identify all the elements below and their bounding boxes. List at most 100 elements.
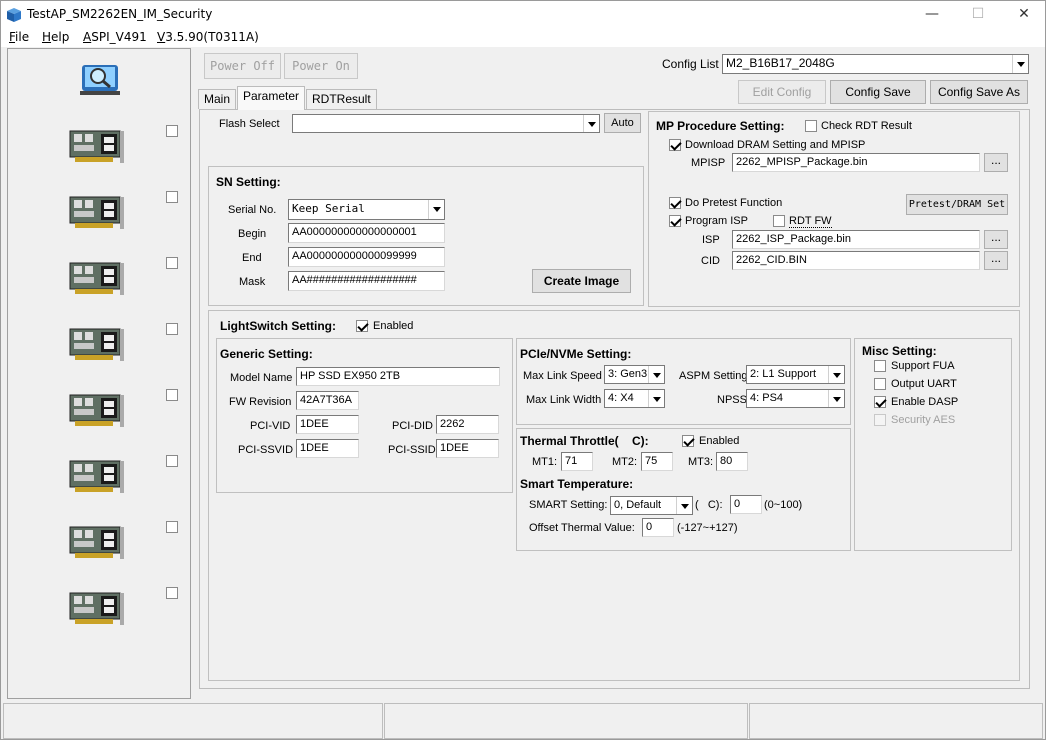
thermal-enabled-label: Enabled (699, 435, 740, 447)
max-link-width-label: Max Link Width (526, 394, 602, 406)
menu-help[interactable]: Help (42, 29, 69, 45)
chevron-down-icon (828, 390, 844, 407)
cid-browse-button[interactable]: ... (984, 251, 1008, 270)
begin-label: Begin (238, 228, 267, 240)
pretest-dram-set-button[interactable]: Pretest/DRAM Set (906, 194, 1008, 215)
ssd-slot-card-icon (69, 261, 125, 299)
mask-label: Mask (239, 276, 266, 288)
slot-select-checkbox[interactable] (166, 587, 178, 599)
flash-select-combo[interactable] (292, 114, 600, 133)
npss-value: 4: PS4 (750, 392, 784, 404)
config-save-button[interactable]: Config Save (830, 80, 926, 104)
thermal-throttle-title: Thermal Throttle( C): (520, 434, 649, 448)
magnifier-search-icon[interactable] (80, 61, 120, 97)
aspm-setting-select[interactable]: 2: L1 Support (746, 365, 845, 384)
ssd-slot-card-icon (69, 195, 125, 233)
pci-ssvid-input[interactable]: 1DEE (296, 439, 359, 458)
offset-thermal-input[interactable]: 0 (642, 518, 674, 537)
serial-no-select[interactable]: Keep Serial (288, 199, 445, 220)
pci-ssid-label: PCI-SSID (388, 444, 436, 456)
mpisp-input[interactable]: 2262_MPISP_Package.bin (732, 153, 980, 172)
smart-temperature-title: Smart Temperature: (520, 477, 634, 491)
slot-select-checkbox[interactable] (166, 257, 178, 269)
check-rdt-label: Check RDT Result (821, 120, 912, 132)
smart-setting-select[interactable]: 0, Default (610, 496, 693, 515)
mt2-label: MT2: (612, 456, 638, 468)
menu-bar: File Help ASPI_V491 V3.5.90(T0311A) (1, 29, 1045, 47)
check-rdt-checkbox[interactable] (805, 120, 817, 132)
smart-unit-input[interactable]: 0 (730, 495, 762, 514)
rdt-fw-label: RDT FW (789, 215, 832, 228)
npss-select[interactable]: 4: PS4 (746, 389, 845, 408)
enable-dasp-checkbox[interactable] (874, 396, 886, 408)
npss-label: NPSS (717, 394, 747, 406)
download-dram-label: Download DRAM Setting and MPISP (685, 139, 866, 151)
chevron-down-icon (583, 115, 599, 132)
program-isp-checkbox[interactable] (669, 215, 681, 227)
isp-browse-button[interactable]: ... (984, 230, 1008, 249)
mpisp-browse-button[interactable]: ... (984, 153, 1008, 172)
lightswitch-enabled-label: Enabled (373, 320, 414, 332)
ssd-slot-card-icon (69, 327, 125, 365)
mt1-input[interactable]: 71 (561, 452, 593, 471)
maximize-button[interactable]: ☐ (955, 1, 1001, 29)
slot-select-checkbox[interactable] (166, 323, 178, 335)
tab-rdtresult[interactable]: RDTResult (306, 89, 377, 109)
max-link-speed-select[interactable]: 3: Gen3 (604, 365, 665, 384)
tab-main[interactable]: Main (198, 89, 237, 109)
config-list-value: M2_B16B17_2048G (726, 56, 835, 70)
auto-button[interactable]: Auto (604, 113, 641, 133)
chevron-down-icon (676, 497, 692, 514)
support-fua-label: Support FUA (891, 360, 955, 372)
pci-ssid-input[interactable]: 1DEE (436, 439, 499, 458)
menu-aspi[interactable]: ASPI_V491 (83, 29, 147, 45)
ssd-slot-card-icon (69, 393, 125, 431)
smart-unit-label: ( C): (695, 499, 723, 511)
lightswitch-enabled-checkbox[interactable] (356, 320, 368, 332)
model-name-input[interactable]: HP SSD EX950 2TB (296, 367, 500, 386)
status-bar (1, 703, 1045, 740)
download-dram-checkbox[interactable] (669, 139, 681, 151)
support-fua-checkbox[interactable] (874, 360, 886, 372)
pci-vid-input[interactable]: 1DEE (296, 415, 359, 434)
lightswitch-title: LightSwitch Setting: (220, 319, 336, 333)
close-button[interactable]: ✕ (1001, 1, 1046, 29)
slot-select-checkbox[interactable] (166, 455, 178, 467)
menu-version[interactable]: V3.5.90(T0311A) (157, 29, 259, 45)
isp-input[interactable]: 2262_ISP_Package.bin (732, 230, 980, 249)
max-link-width-select[interactable]: 4: X4 (604, 389, 665, 408)
slot-select-checkbox[interactable] (166, 389, 178, 401)
slot-select-checkbox[interactable] (166, 125, 178, 137)
slot-select-checkbox[interactable] (166, 521, 178, 533)
cid-input[interactable]: 2262_CID.BIN (732, 251, 980, 270)
ssd-slot-card-icon (69, 459, 125, 497)
minimize-button[interactable]: — (909, 1, 955, 29)
power-on-button[interactable]: Power On (284, 53, 358, 79)
power-off-button[interactable]: Power Off (204, 53, 281, 79)
config-list-select[interactable]: M2_B16B17_2048G (722, 54, 1029, 74)
security-aes-checkbox[interactable] (874, 414, 886, 426)
thermal-enabled-checkbox[interactable] (682, 435, 694, 447)
pci-did-input[interactable]: 2262 (436, 415, 499, 434)
slot-select-checkbox[interactable] (166, 191, 178, 203)
mp-procedure-title: MP Procedure Setting: (656, 119, 785, 133)
output-uart-label: Output UART (891, 378, 957, 390)
rdt-fw-checkbox[interactable] (773, 215, 785, 227)
aspm-setting-label: ASPM Setting (679, 370, 748, 382)
end-label: End (242, 252, 262, 264)
mask-input[interactable]: AA################## (288, 271, 445, 291)
config-save-as-button[interactable]: Config Save As (930, 80, 1028, 104)
create-image-button[interactable]: Create Image (532, 269, 631, 293)
edit-config-button[interactable]: Edit Config (738, 80, 826, 104)
pretest-checkbox[interactable] (669, 197, 681, 209)
menu-file[interactable]: File (9, 29, 29, 45)
tab-parameter[interactable]: Parameter (237, 86, 306, 110)
max-link-speed-label: Max Link Speed (523, 370, 602, 382)
output-uart-checkbox[interactable] (874, 378, 886, 390)
begin-input[interactable]: AA000000000000000001 (288, 223, 445, 243)
fw-revision-input[interactable]: 42A7T36A (296, 391, 359, 410)
mt3-input[interactable]: 80 (716, 452, 748, 471)
mt2-input[interactable]: 75 (641, 452, 673, 471)
window-title: TestAP_SM2262EN_IM_Security (27, 7, 213, 21)
end-input[interactable]: AA000000000000099999 (288, 247, 445, 267)
